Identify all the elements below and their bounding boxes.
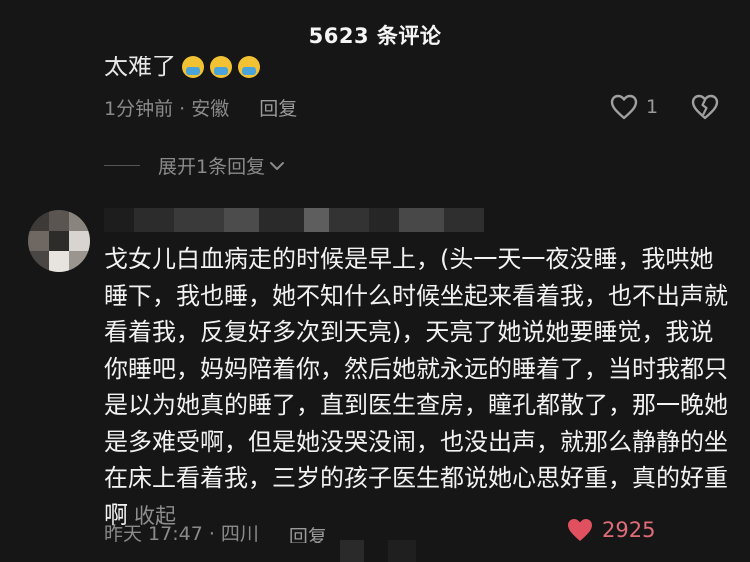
prev-comment-like-button[interactable]: 1 (610, 94, 658, 120)
prev-comment-reply-button[interactable]: 回复 (259, 94, 297, 121)
main-comment-like-count: 2925 (602, 518, 656, 542)
prev-comment-text: 太难了 (104, 56, 260, 78)
prev-comment-like-count: 1 (646, 96, 659, 118)
prev-comment-fragment: 太难了 (104, 56, 176, 78)
broken-heart-icon[interactable] (690, 93, 720, 121)
comment-text: 戈女儿白血病走的时候是早上，(头一天一夜没睡，我哄她睡下，我也睡，她不知什么时候… (104, 245, 728, 529)
comments-count-title: 5623 条评论 (308, 24, 442, 48)
heart-outline-icon (610, 94, 638, 120)
main-comment-time-location: 昨天 17:47 · 四川 (104, 523, 259, 545)
heart-filled-icon (568, 519, 592, 541)
emoji-icon (182, 56, 204, 78)
prev-comment-meta: 1分钟前 · 安徽 回复 (104, 94, 297, 121)
expand-replies-label: 展开1条回复 (158, 156, 266, 178)
chevron-down-icon (270, 161, 285, 170)
username-pixelated[interactable] (104, 208, 524, 232)
comment-body: 戈女儿白血病走的时候是早上，(头一天一夜没睡，我哄她睡下，我也睡，她不知什么时候… (104, 241, 730, 534)
pixelated-strip (388, 540, 416, 562)
pixelated-strip (340, 540, 364, 562)
main-comment-reply-button[interactable]: 回复 (289, 522, 327, 543)
expand-divider (104, 165, 140, 166)
emoji-icon (238, 56, 260, 78)
emoji-icon (210, 56, 232, 78)
main-comment-like-button[interactable]: 2925 (566, 517, 655, 543)
expand-replies-row: 展开1条回复 (104, 152, 285, 179)
avatar[interactable] (28, 210, 90, 272)
expand-replies-button[interactable]: 展开1条回复 (158, 152, 285, 179)
main-comment-meta: 昨天 17:47 · 四川 回复 (104, 519, 327, 546)
prev-comment-time-location: 1分钟前 · 安徽 (104, 98, 230, 120)
